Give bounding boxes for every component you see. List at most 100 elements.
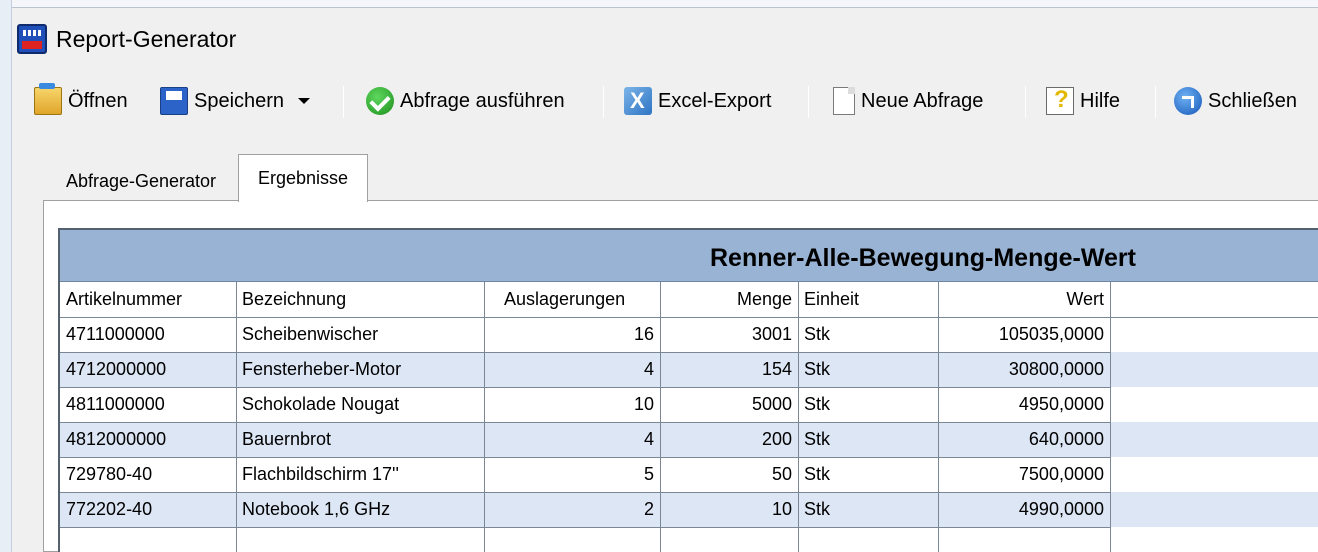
- green-check-icon: [366, 87, 394, 115]
- tab-label: Abfrage-Generator: [65, 170, 217, 191]
- cell-artikelnummer: 4812000000: [66, 429, 167, 449]
- blue-close-icon: [1174, 87, 1202, 115]
- run-query-button-label: Abfrage ausführen: [400, 89, 565, 112]
- report-generator-icon: [17, 24, 47, 54]
- toolbar-separator: [808, 86, 809, 118]
- cell-auslagerungen: 4: [643, 359, 654, 379]
- cell-wert: 4950,0000: [1018, 394, 1104, 414]
- window-title: Report-Generator: [56, 26, 237, 52]
- column-header-artikelnummer[interactable]: Artikelnummer: [60, 282, 236, 317]
- tab-ergebnisse[interactable]: Ergebnisse: [238, 154, 368, 202]
- report-grid[interactable]: Renner-Alle-Bewegung-Menge-Wert Artikeln…: [58, 228, 1318, 552]
- new-query-button-label: Neue Abfrage: [861, 89, 984, 112]
- table-row[interactable]: 4811000000 Schokolade Nougat 10 5000 Stk…: [60, 387, 1318, 422]
- toolbar-separator: [343, 86, 344, 118]
- table-row[interactable]: 729780-40 Flachbildschirm 17'' 5 50 Stk …: [60, 457, 1318, 492]
- grid-row-divider: [60, 457, 1110, 458]
- chevron-down-icon[interactable]: [298, 98, 311, 104]
- table-row[interactable]: 4812000000 Bauernbrot 4 200 Stk 640,0000: [60, 422, 1318, 457]
- cell-artikelnummer: 4811000000: [66, 394, 165, 414]
- cell-einheit: Stk: [804, 429, 831, 449]
- cell-bezeichnung: Flachbildschirm 17'': [242, 464, 399, 484]
- grid-column-divider: [938, 282, 939, 552]
- cell-bezeichnung: Scheibenwischer: [242, 324, 379, 344]
- tab-abfrage-generator[interactable]: Abfrage-Generator: [44, 162, 238, 200]
- grid-row-divider: [60, 422, 1110, 423]
- grid-row-divider: [60, 527, 1110, 528]
- save-button[interactable]: Speichern: [160, 80, 311, 122]
- close-button[interactable]: Schließen: [1174, 80, 1297, 122]
- column-header-bezeichnung[interactable]: Bezeichnung: [236, 282, 484, 317]
- toolbar-separator: [603, 86, 604, 118]
- grid-column-divider: [484, 282, 485, 552]
- column-header-menge[interactable]: Menge: [660, 282, 798, 317]
- folder-open-icon: [34, 83, 62, 115]
- table-header-row: Artikelnummer Bezeichnung Auslagerungen …: [60, 282, 1318, 317]
- cell-menge: 3001: [751, 324, 792, 344]
- window-top-border: [0, 0, 1318, 8]
- cell-auslagerungen: 2: [643, 499, 654, 519]
- open-button[interactable]: Öffnen: [34, 80, 128, 122]
- cell-wert: 30800,0000: [1008, 359, 1104, 379]
- cell-menge: 10: [771, 499, 792, 519]
- report-title-band: Renner-Alle-Bewegung-Menge-Wert: [60, 230, 1318, 282]
- open-button-label: Öffnen: [68, 89, 128, 112]
- column-header-auslagerungen[interactable]: Auslagerungen: [484, 282, 660, 317]
- cell-einheit: Stk: [804, 324, 831, 344]
- new-query-button[interactable]: Neue Abfrage: [830, 80, 983, 122]
- cell-menge: 5000: [751, 394, 792, 414]
- blank-page-icon: [833, 87, 855, 115]
- cell-wert: 105035,0000: [998, 324, 1104, 344]
- report-title: Renner-Alle-Bewegung-Menge-Wert: [710, 244, 1136, 272]
- cell-einheit: Stk: [804, 464, 831, 484]
- tab-label: Ergebnisse: [257, 168, 349, 188]
- grid-column-divider: [660, 282, 661, 552]
- cell-menge: 154: [761, 359, 792, 379]
- toolbar-separator: [1025, 86, 1026, 118]
- floppy-disk-icon: [160, 87, 188, 115]
- cell-wert: 7500,0000: [1018, 464, 1104, 484]
- excel-export-button-label: Excel-Export: [658, 89, 772, 112]
- grid-column-divider: [1110, 282, 1111, 552]
- excel-export-button[interactable]: Excel-Export: [624, 80, 771, 122]
- close-button-label: Schließen: [1208, 89, 1297, 112]
- table-row[interactable]: 4711000000 Scheibenwischer 16 3001 Stk 1…: [60, 317, 1318, 352]
- grid-column-divider: [236, 282, 237, 552]
- cell-artikelnummer: 729780-40: [66, 464, 153, 484]
- cell-artikelnummer: 4711000000: [66, 324, 165, 344]
- cell-auslagerungen: 4: [643, 429, 654, 449]
- column-header-wert[interactable]: Wert: [938, 282, 1110, 317]
- grid-row-divider: [60, 492, 1110, 493]
- table-row[interactable]: 772202-40 Notebook 1,6 GHz 2 10 Stk 4990…: [60, 492, 1318, 527]
- save-button-label: Speichern: [194, 89, 285, 112]
- cell-menge: 200: [761, 429, 792, 449]
- cell-einheit: Stk: [804, 499, 831, 519]
- grid-row-divider: [60, 317, 1318, 318]
- toolbar-separator: [1155, 86, 1156, 118]
- cell-wert: 4990,0000: [1018, 499, 1104, 519]
- cell-bezeichnung: Notebook 1,6 GHz: [242, 499, 391, 519]
- table-row[interactable]: 4712000000 Fensterheber-Motor 4 154 Stk …: [60, 352, 1318, 387]
- cell-auslagerungen: 10: [633, 394, 654, 414]
- cell-wert: 640,0000: [1028, 429, 1104, 449]
- cell-artikelnummer: 4712000000: [66, 359, 167, 379]
- run-query-button[interactable]: Abfrage ausführen: [366, 80, 565, 122]
- cell-menge: 50: [771, 464, 792, 484]
- cell-artikelnummer: 772202-40: [66, 499, 153, 519]
- grid-row-divider: [60, 352, 1110, 353]
- window-left-border: [0, 0, 12, 552]
- grid-column-divider: [798, 282, 799, 552]
- cell-bezeichnung: Schokolade Nougat: [242, 394, 400, 414]
- column-header-einheit[interactable]: Einheit: [798, 282, 938, 317]
- cell-auslagerungen: 5: [643, 464, 654, 484]
- help-button[interactable]: Hilfe: [1046, 80, 1120, 122]
- cell-bezeichnung: Fensterheber-Motor: [242, 359, 402, 379]
- excel-icon: [624, 87, 652, 115]
- help-button-label: Hilfe: [1080, 89, 1121, 112]
- grid-row-divider: [60, 387, 1110, 388]
- cell-bezeichnung: Bauernbrot: [242, 429, 332, 449]
- cell-einheit: Stk: [804, 394, 831, 414]
- cell-einheit: Stk: [804, 359, 831, 379]
- help-icon: [1046, 86, 1074, 115]
- cell-auslagerungen: 16: [633, 324, 654, 344]
